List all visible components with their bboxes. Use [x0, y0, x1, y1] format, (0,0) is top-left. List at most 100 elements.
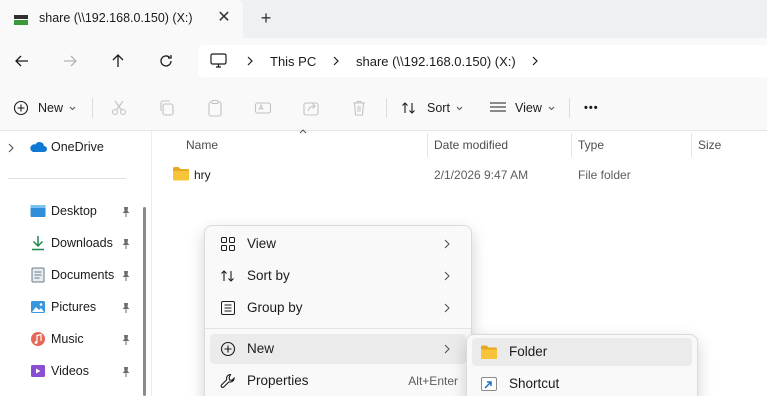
paste-icon[interactable] [206, 99, 224, 117]
plus-circle-icon [13, 100, 29, 116]
menu-item-label: Group by [247, 300, 303, 315]
menu-item-view[interactable]: View [210, 229, 466, 259]
file-date: 2/1/2026 9:47 AM [434, 168, 529, 182]
nav-scrollbar[interactable] [143, 207, 146, 396]
sort-icon [402, 102, 415, 114]
navigation-pane: OneDrive Desktop Downloads Documents Pic… [0, 131, 151, 396]
submenu-item-folder[interactable]: Folder [472, 338, 692, 366]
menu-item-sort-by[interactable]: Sort by [210, 261, 466, 291]
column-header-size[interactable]: Size [698, 138, 721, 152]
menu-item-label: New [247, 341, 275, 356]
column-header-name[interactable]: Name [186, 138, 218, 152]
nav-item-label: Pictures [51, 300, 97, 314]
sort-button[interactable]: Sort [401, 96, 463, 120]
nav-item-videos[interactable]: Videos [0, 357, 140, 385]
view-button-label: View [515, 101, 542, 115]
nav-item-pictures[interactable]: Pictures [0, 293, 140, 321]
column-header-date[interactable]: Date modified [434, 138, 508, 152]
chevron-right-icon [444, 271, 450, 281]
column-separator[interactable] [571, 133, 572, 157]
downloads-icon [32, 236, 44, 251]
onedrive-icon [30, 142, 47, 152]
nav-item-label: Downloads [51, 236, 113, 250]
tab-title: share (\\192.168.0.150) (X:) [39, 11, 193, 25]
sort-ascending-icon [299, 129, 307, 134]
sort-button-label: Sort [427, 101, 450, 115]
folder-icon [173, 167, 189, 181]
pin-icon[interactable] [121, 238, 131, 249]
nav-item-desktop[interactable]: Desktop [0, 197, 140, 225]
nav-item-documents[interactable]: Documents [0, 261, 140, 289]
nav-item-label: OneDrive [51, 140, 104, 154]
pin-icon[interactable] [121, 206, 131, 217]
column-separator[interactable] [427, 133, 428, 157]
submenu-item-label: Shortcut [509, 376, 560, 391]
chevron-down-icon [548, 106, 555, 110]
copy-icon[interactable] [158, 99, 176, 117]
address-row: This PC share (\\192.168.0.150) (X:) [0, 38, 767, 84]
column-separator[interactable] [691, 133, 692, 157]
music-icon [31, 332, 45, 346]
videos-icon [31, 365, 45, 377]
arrow-left-icon [15, 55, 28, 67]
command-bar: New Sort View ••• [0, 84, 767, 131]
forward-button[interactable] [56, 47, 84, 75]
chevron-right-icon [444, 303, 450, 313]
address-bar[interactable]: This PC share (\\192.168.0.150) (X:) [198, 45, 767, 77]
pin-icon[interactable] [121, 366, 131, 377]
shortcut-icon [481, 377, 497, 391]
nav-divider [8, 178, 126, 179]
pin-icon[interactable] [121, 270, 131, 281]
share-icon[interactable] [302, 99, 320, 117]
menu-item-group-by[interactable]: Group by [210, 293, 466, 323]
chevron-right-icon[interactable] [8, 143, 14, 153]
file-name[interactable]: hry [194, 168, 211, 182]
menu-item-properties[interactable]: Properties Alt+Enter [210, 366, 466, 396]
submenu-item-shortcut[interactable]: Shortcut [472, 370, 692, 396]
monitor-icon [210, 53, 227, 68]
close-tab-button[interactable]: ✕ [214, 8, 234, 28]
nav-item-music[interactable]: Music [0, 325, 140, 353]
more-options-button[interactable]: ••• [584, 96, 599, 120]
chevron-right-icon[interactable] [530, 55, 540, 67]
wrench-icon [220, 373, 235, 388]
nav-item-label: Documents [51, 268, 115, 282]
view-button[interactable]: View [489, 96, 555, 120]
new-tab-button[interactable]: + [256, 8, 276, 28]
toolbar-separator [569, 98, 570, 118]
submenu-item-label: Folder [509, 344, 548, 359]
nav-item-onedrive[interactable]: OneDrive [0, 133, 140, 161]
sort-icon [221, 270, 234, 282]
toolbar-separator [92, 98, 93, 118]
rename-icon[interactable] [254, 99, 272, 117]
back-button[interactable] [8, 47, 36, 75]
nav-item-label: Desktop [51, 204, 97, 218]
file-type: File folder [578, 168, 631, 182]
menu-item-label: Properties [247, 373, 309, 388]
refresh-button[interactable] [152, 47, 180, 75]
pin-icon[interactable] [121, 334, 131, 345]
cut-icon[interactable] [110, 99, 128, 117]
up-button[interactable] [104, 47, 132, 75]
menu-item-label: View [247, 236, 277, 251]
column-header-type[interactable]: Type [578, 138, 604, 152]
refresh-icon [160, 55, 172, 67]
network-drive-icon [14, 15, 28, 25]
chevron-right-icon [333, 56, 339, 66]
toolbar-separator [386, 98, 387, 118]
breadcrumb-share[interactable]: share (\\192.168.0.150) (X:) [356, 54, 516, 69]
new-button[interactable]: New [13, 96, 76, 120]
chevron-down-icon [69, 106, 76, 110]
plus-circle-icon [220, 341, 236, 357]
tab-strip: share (\\192.168.0.150) (X:) ✕ + [0, 0, 767, 38]
view-lines-icon [490, 102, 506, 112]
nav-item-label: Videos [51, 364, 89, 378]
nav-item-downloads[interactable]: Downloads [0, 229, 140, 257]
menu-item-new[interactable]: New [210, 334, 466, 364]
breadcrumb-this-pc[interactable]: This PC [270, 54, 316, 69]
chevron-down-icon [456, 106, 463, 110]
pin-icon[interactable] [121, 302, 131, 313]
tab-share[interactable]: share (\\192.168.0.150) (X:) ✕ [0, 0, 243, 38]
menu-item-label: Sort by [247, 268, 290, 283]
delete-icon[interactable] [350, 99, 368, 117]
